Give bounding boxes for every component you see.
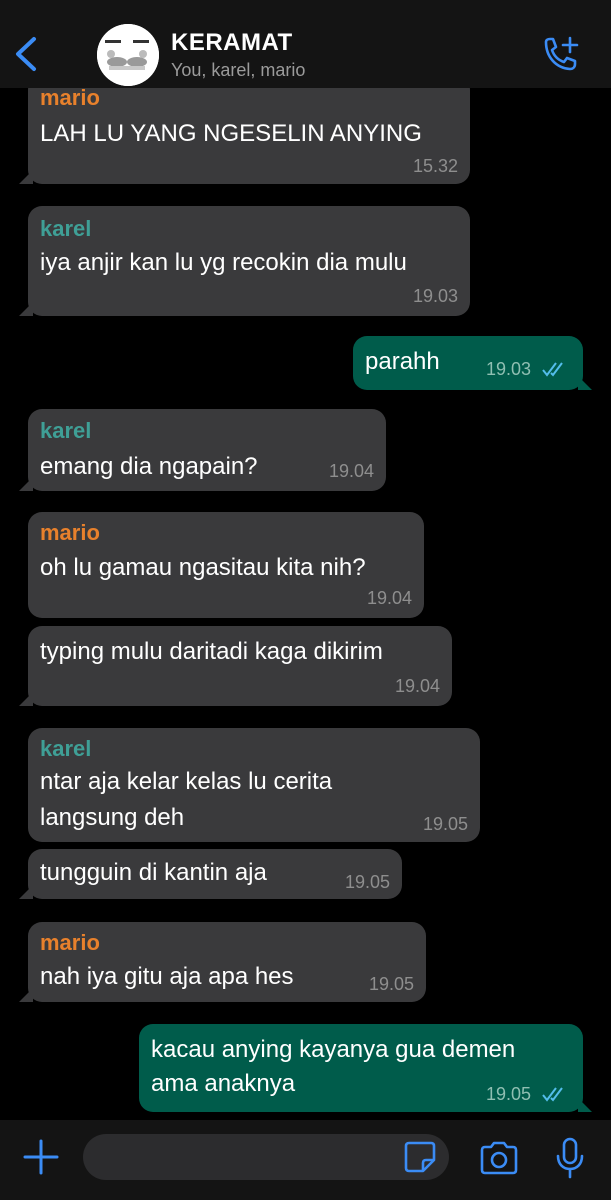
message-time: 19.04 [366,588,412,608]
chat-participants[interactable]: You, karel, mario [171,60,305,81]
composer-bar [0,1120,611,1200]
microphone-icon[interactable] [555,1136,585,1180]
message-time: 19.05 [368,974,414,994]
message-time: 19.03 [486,359,532,379]
message-bubble[interactable]: parahh 19.03 [353,336,592,390]
read-receipt-icon [542,362,563,377]
message-bubble[interactable]: mario LAH LU YANG NGESELIN ANYING 15.32 [19,88,470,184]
message-text: typing mulu daritadi kaga dikirim [40,638,383,665]
group-avatar[interactable] [97,24,159,86]
chat-title[interactable]: KERAMAT [171,29,293,57]
message-time: 19.05 [344,872,390,892]
message-text: LAH LU YANG NGESELIN ANYING [40,120,422,147]
sender-name: karel [40,216,92,241]
add-call-icon[interactable] [540,36,580,72]
message-text: parahh [365,348,440,375]
message-time: 19.03 [412,286,458,306]
chevron-left-icon[interactable] [12,36,42,72]
message-text: tungguin di kantin aja [40,859,267,886]
message-bubble[interactable]: kacau anying kayanya gua demen ama anakn… [139,1024,592,1112]
message-text-line: langsung deh [40,804,185,831]
sender-name: karel [40,418,92,443]
sender-name: mario [40,930,100,955]
message-text-line: kacau anying kayanya gua demen [151,1036,516,1063]
message-text: emang dia ngapain? [40,453,258,480]
sender-name: mario [40,88,100,110]
plus-icon[interactable] [22,1138,60,1176]
message-time: 19.04 [328,461,374,481]
message-bubble[interactable]: karel ntar aja kelar kelas lu cerita lan… [28,728,480,842]
message-bubble[interactable]: tungguin di kantin aja 19.05 [19,849,402,899]
message-bubble[interactable]: typing mulu daritadi kaga dikirim 19.04 [19,626,452,706]
message-text-line: ama anaknya [151,1070,296,1097]
message-text-line: ntar aja kelar kelas lu cerita [40,768,333,795]
message-time: 15.32 [412,156,458,176]
read-receipt-icon [542,1087,563,1102]
message-time: 19.05 [486,1084,532,1104]
message-text: oh lu gamau ngasitau kita nih? [40,554,366,581]
message-bubble[interactable]: karel emang dia ngapain? 19.04 [19,409,386,491]
message-time: 19.05 [422,814,468,834]
chat-header: KERAMAT You, karel, mario [0,0,611,88]
message-list[interactable]: mario LAH LU YANG NGESELIN ANYING 15.32 … [0,88,611,1120]
message-text: iya anjir kan lu yg recokin dia mulu [40,249,407,276]
message-bubble[interactable]: karel iya anjir kan lu yg recokin dia mu… [19,206,470,316]
group-avatar-image [97,24,159,86]
sender-name: mario [40,520,100,545]
message-bubble[interactable]: mario nah iya gitu aja apa hes 19.05 [19,922,426,1002]
sender-name: karel [40,736,92,761]
sticker-icon[interactable] [403,1140,437,1174]
message-time: 19.04 [394,676,440,696]
camera-icon[interactable] [478,1140,520,1176]
message-bubble[interactable]: mario oh lu gamau ngasitau kita nih? 19.… [28,512,424,618]
message-text: nah iya gitu aja apa hes [40,963,294,990]
message-input[interactable] [83,1134,449,1180]
